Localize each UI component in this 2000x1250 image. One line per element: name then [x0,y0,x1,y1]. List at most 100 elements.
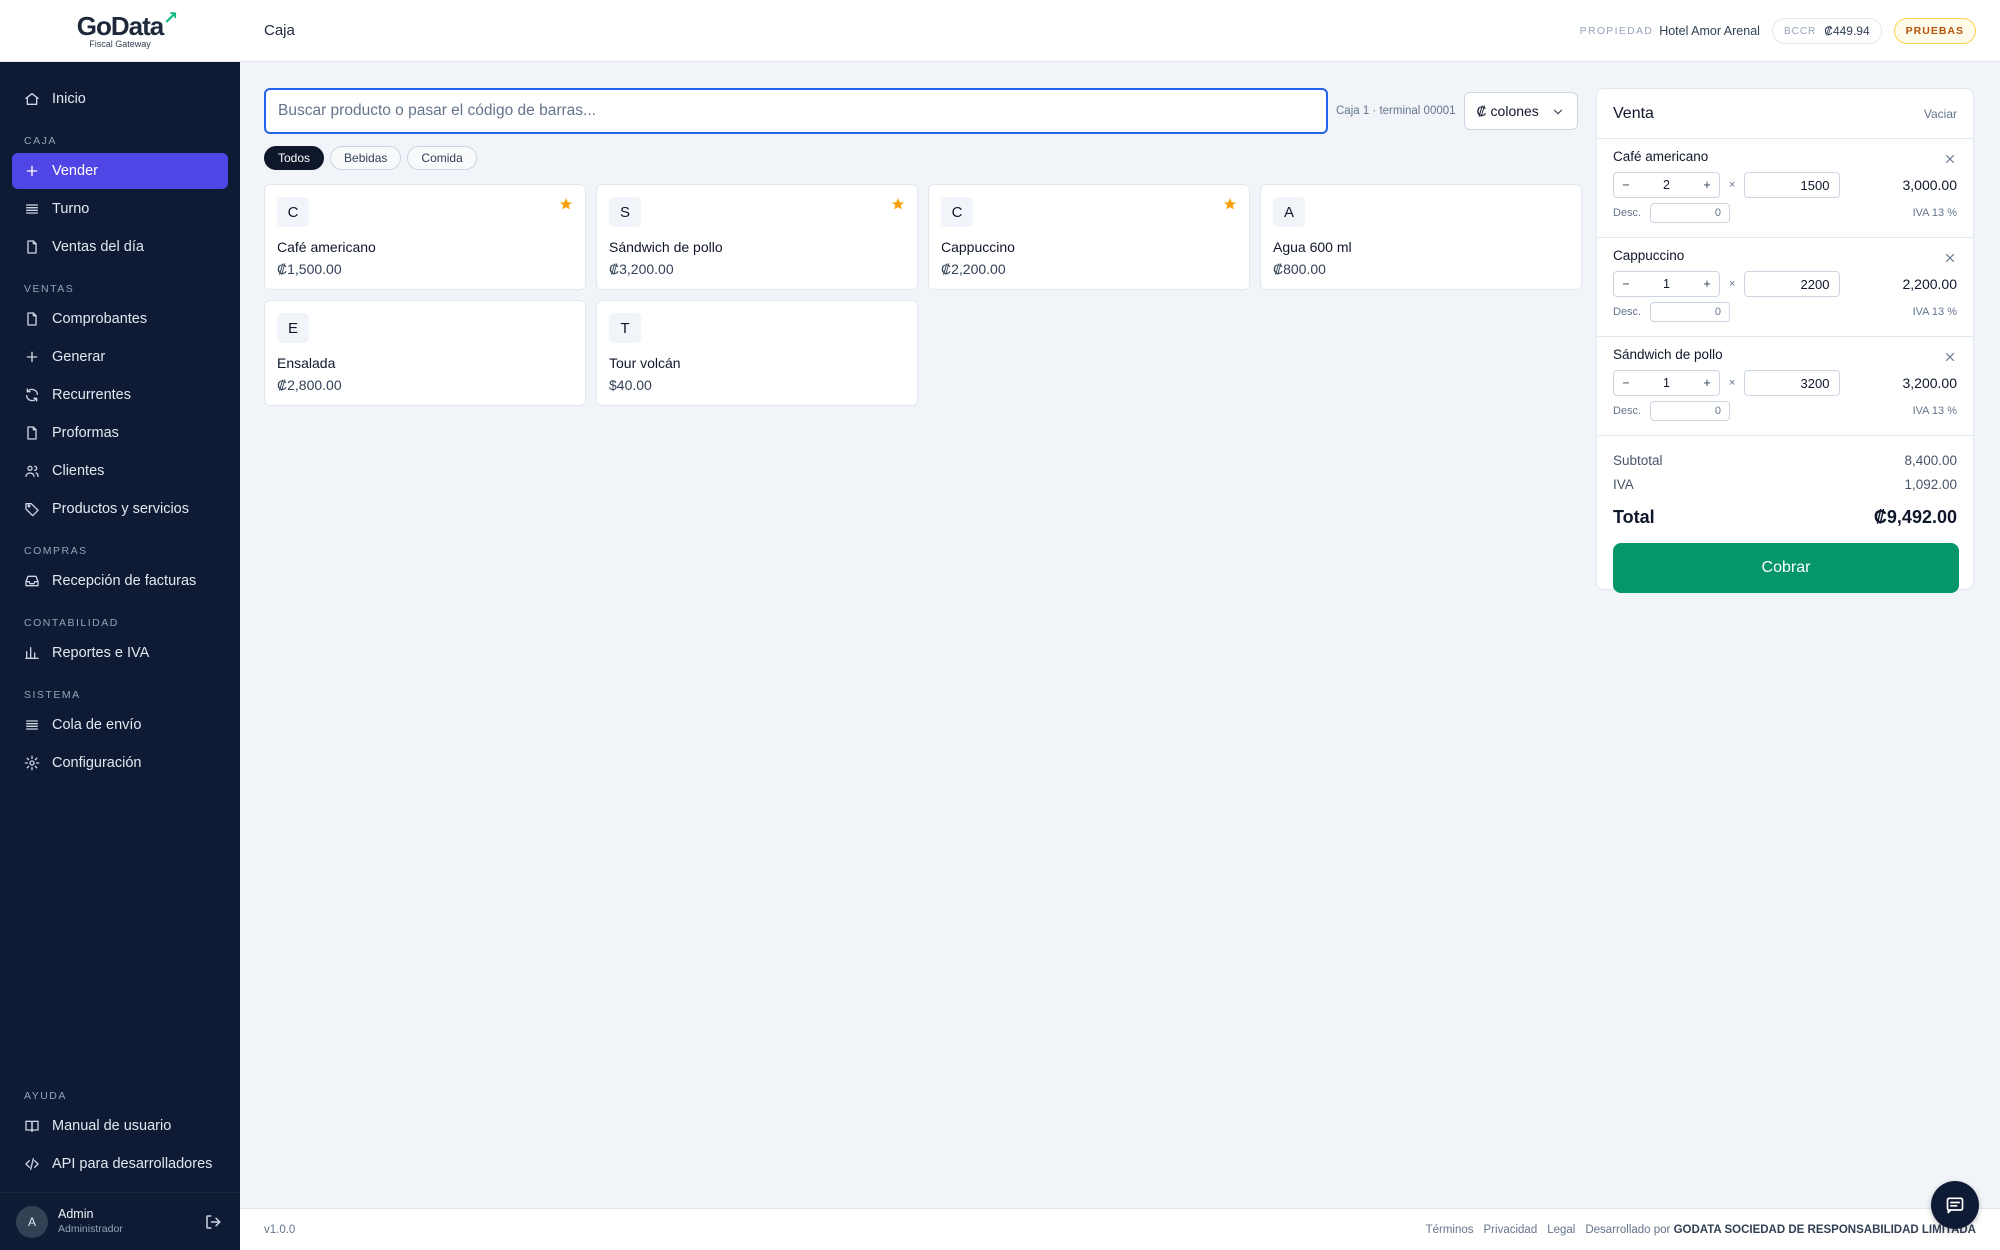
footer-link-terms[interactable]: Términos [1426,1224,1474,1236]
discount-field[interactable] [1650,203,1730,223]
product-name: Café americano [277,239,376,255]
sidebar-section-caja: CAJA [24,135,57,147]
code-icon [24,1156,40,1172]
inbox-icon [24,573,40,589]
decrease-qty-button[interactable]: − [1620,376,1632,390]
increase-qty-button[interactable]: + [1701,277,1713,291]
logo-tagline: Fiscal Gateway [89,38,151,49]
footer-link-legal[interactable]: Legal [1547,1224,1575,1236]
sidebar-item-label: Generar [52,349,106,365]
unit-price-field[interactable] [1744,172,1841,198]
sidebar-item-turno[interactable]: Turno [12,191,228,227]
increase-qty-button[interactable]: + [1701,178,1713,192]
clear-cart-button[interactable]: Vaciar [1924,107,1957,121]
terminal-label: Caja 1 · terminal 00001 [1336,105,1456,117]
sidebar-item-ventas-del-dia[interactable]: Ventas del día [12,229,228,265]
sidebar-item-label: Productos y servicios [52,501,189,517]
close-icon[interactable] [1943,251,1957,265]
tax-value: 1,092.00 [1904,476,1957,492]
increase-qty-button[interactable]: + [1701,376,1713,390]
product-price: ₡800.00 [1273,261,1326,277]
sidebar-item-api-para-desarrolladores[interactable]: API para desarrolladores [12,1146,228,1182]
star-icon[interactable] [891,197,905,211]
tax-rate: IVA 13 % [1912,306,1957,318]
cart-line: Café americano − 2 + × 3,000.00 Desc. IVA 13 % [1597,139,1973,238]
help-nav: AYUDA Manual de usuario API para desarroll… [0,1090,240,1182]
sidebar-item-label: Turno [52,201,90,217]
sidebar-item-recurrentes[interactable]: Recurrentes [12,377,228,413]
quantity-stepper: − 2 + [1613,172,1720,198]
product-initial: E [277,313,309,343]
book-icon [24,1118,40,1134]
environment-badge: PRUEBAS [1893,18,1976,44]
sidebar-item-label: Recepción de facturas [52,573,197,589]
sidebar-item-reportes-e-iva[interactable]: Reportes e IVA [12,635,228,671]
logo[interactable]: GoData ↗ Fiscal Gateway [77,9,178,49]
product-price: ₡2,800.00 [277,377,342,393]
sidebar-item-label: Clientes [52,463,105,479]
product-card[interactable]: E Ensalada ₡2,800.00 [264,300,586,406]
sidebar-item-clientes[interactable]: Clientes [12,453,228,489]
discount-field[interactable] [1650,302,1730,322]
sidebar-item-vender[interactable]: Vender [12,153,228,189]
product-card[interactable]: A Agua 600 ml ₡800.00 [1260,184,1582,290]
topbar: Caja PROPIEDAD Hotel Amor Arenal BCCR ₡4… [240,0,2000,62]
total-label: Total [1613,506,1655,527]
quantity-value[interactable]: 1 [1663,376,1670,390]
topbar-right: PROPIEDAD Hotel Amor Arenal BCCR ₡449.94… [1580,0,1976,62]
close-icon[interactable] [1943,152,1957,166]
avatar[interactable]: A [16,1205,48,1238]
sidebar-item-productos-y-servicios[interactable]: Productos y servicios [12,491,228,527]
user-row: A Admin Administrador [0,1192,240,1250]
chat-button[interactable] [1931,1181,1979,1229]
cart-line: Cappuccino − 1 + × 2,200.00 Desc. IVA 13 % [1597,238,1973,337]
product-initial: S [609,197,641,227]
subtotal-label: Subtotal [1613,452,1663,468]
sidebar-item-comprobantes[interactable]: Comprobantes [12,301,228,337]
star-icon[interactable] [1223,197,1237,211]
sidebar-item-proformas[interactable]: Proformas [12,415,228,451]
logo-arrow-icon: ↗ [163,7,178,28]
filter-chip-bebidas[interactable]: Bebidas [330,146,402,170]
user-name: Admin [58,1207,94,1222]
chat-icon [1946,1197,1964,1214]
filter-chip-todos[interactable]: Todos [264,146,325,170]
cart-line-name: Sándwich de pollo [1613,347,1723,362]
sidebar-item-recepcion-de-facturas[interactable]: Recepción de facturas [12,563,228,599]
product-name: Tour volcán [609,355,681,371]
bar-chart-icon [24,645,40,661]
product-name: Ensalada [277,355,336,371]
sidebar-item-inicio[interactable]: Inicio [12,81,228,117]
charge-button[interactable]: Cobrar [1613,543,1959,593]
currency-select[interactable]: ₡ colones [1463,92,1578,130]
product-card[interactable]: C Café americano ₡1,500.00 [264,184,586,290]
product-card[interactable]: S Sándwich de pollo ₡3,200.00 [596,184,918,290]
close-icon[interactable] [1943,350,1957,364]
sidebar-item-configuracion[interactable]: Configuración [12,745,228,781]
quantity-value[interactable]: 1 [1663,277,1670,291]
product-price: ₡3,200.00 [609,261,674,277]
quantity-value[interactable]: 2 [1663,178,1670,192]
cart-line-total: 3,200.00 [1902,375,1958,391]
sidebar-item-generar[interactable]: Generar [12,339,228,375]
product-search-input[interactable] [264,88,1328,134]
decrease-qty-button[interactable]: − [1620,277,1632,291]
sidebar-item-label: Reportes e IVA [52,645,150,661]
product-card[interactable]: T Tour volcán $40.00 [596,300,918,406]
decrease-qty-button[interactable]: − [1620,178,1632,192]
exchange-rate-badge: BCCR ₡449.94 [1771,18,1882,44]
sidebar-item-cola-de-envio[interactable]: Cola de envío [12,707,228,743]
sidebar-item-manual-de-usuario[interactable]: Manual de usuario [12,1108,228,1144]
star-icon[interactable] [559,197,573,211]
unit-price-field[interactable] [1744,271,1841,297]
filter-chip-comida[interactable]: Comida [407,146,477,170]
logo-area: GoData ↗ Fiscal Gateway [0,0,240,62]
discount-field[interactable] [1650,401,1730,421]
subtotal-row: Subtotal 8,400.00 [1613,448,1957,472]
page-title: Caja [264,22,295,39]
product-card[interactable]: C Cappuccino ₡2,200.00 [928,184,1250,290]
sidebar-nav: Inicio CAJA Vender Turno Ventas del día VENTA… [0,62,240,781]
footer-link-privacy[interactable]: Privacidad [1484,1224,1538,1236]
logout-icon[interactable] [204,1213,222,1231]
unit-price-field[interactable] [1744,370,1841,396]
